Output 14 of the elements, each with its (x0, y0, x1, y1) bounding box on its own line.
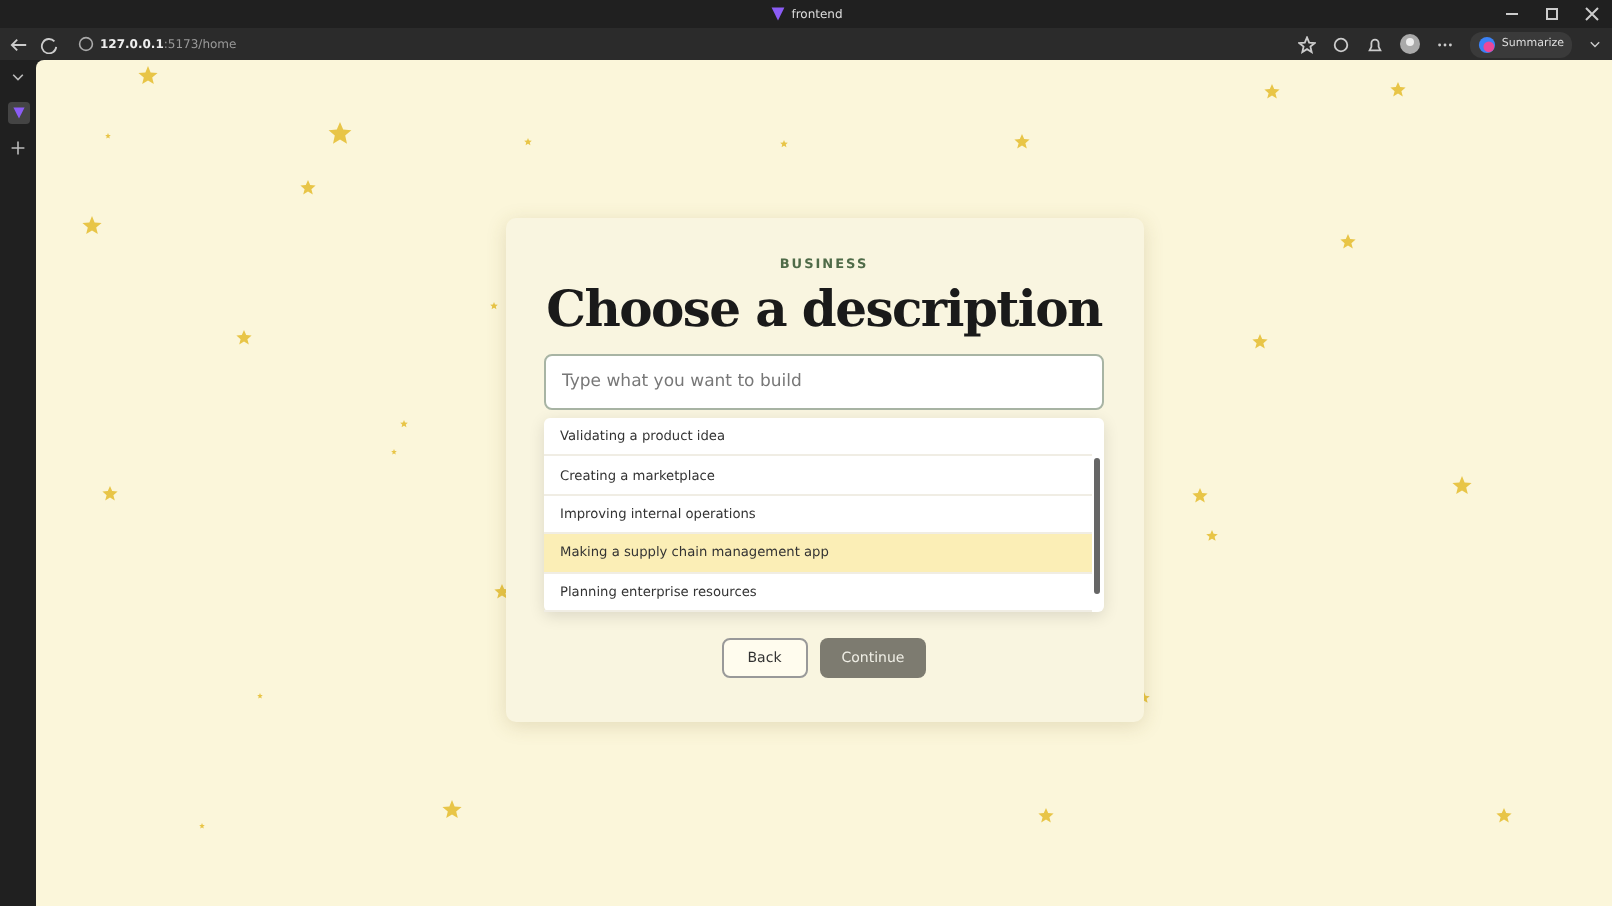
back-arrow-icon[interactable] (10, 35, 28, 53)
profile-avatar-icon[interactable] (1399, 34, 1420, 54)
chevron-down-icon[interactable] (10, 70, 26, 86)
star-outline-icon[interactable] (1297, 35, 1316, 53)
reload-icon[interactable] (40, 35, 58, 53)
bell-icon[interactable] (1365, 35, 1384, 53)
description-input[interactable]: Type what you want to build (544, 354, 1104, 410)
app-logo-icon (769, 6, 786, 22)
chevron-down-icon[interactable] (1588, 37, 1602, 51)
close-icon[interactable] (1584, 6, 1600, 22)
dialog-title: Choose a description (546, 280, 1102, 338)
plus-icon[interactable] (10, 140, 26, 156)
app-shortcut-icon[interactable] (7, 102, 29, 124)
restore-icon[interactable] (1544, 6, 1560, 22)
